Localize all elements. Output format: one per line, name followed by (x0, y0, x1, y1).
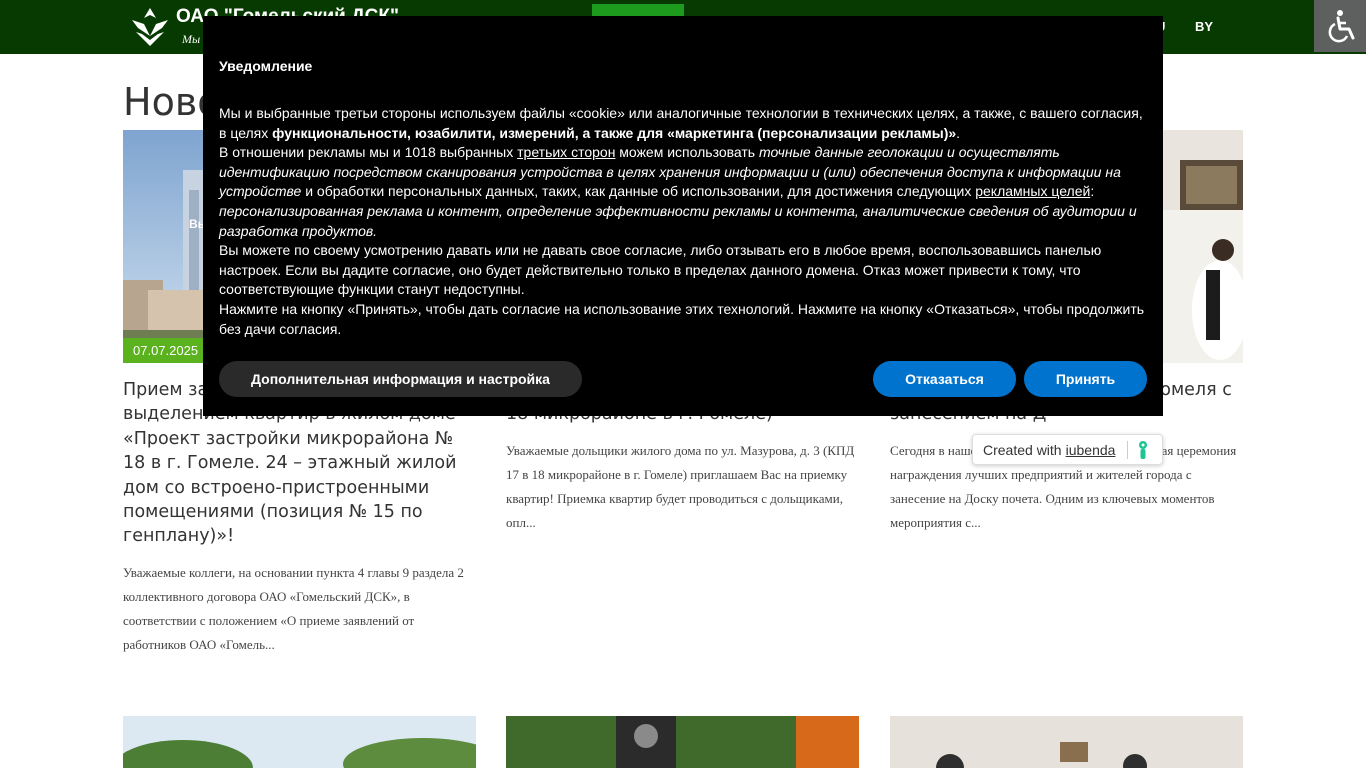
news-image[interactable] (890, 716, 1243, 768)
news-date-badge: 07.07.2025 (123, 338, 209, 363)
iubenda-link[interactable]: iubenda (1066, 442, 1116, 458)
consent-paragraph: В отношении рекламы мы и 1018 выбранных … (219, 143, 1147, 241)
brand-slogan: Мы (182, 32, 201, 46)
news-image[interactable] (506, 716, 859, 768)
logo-leaf-icon (132, 8, 168, 46)
reject-button[interactable]: Отказаться (873, 361, 1016, 397)
third-parties-link[interactable]: третьих сторон (517, 144, 615, 160)
iubenda-badge[interactable]: Created with iubenda (972, 434, 1163, 465)
consent-body: Мы и выбранные третьи стороны используем… (219, 104, 1147, 339)
news-image[interactable] (123, 716, 476, 768)
consent-paragraph: Вы можете по своему усмотрению давать ил… (219, 242, 1102, 298)
consent-paragraph: Нажмите на кнопку «Принять», чтобы дать … (219, 300, 1145, 337)
more-info-settings-button[interactable]: Дополнительная информация и настройка (219, 361, 582, 397)
consent-purposes-text: функциональности, юзабилити, измерений, … (272, 124, 957, 141)
cookie-consent-dialog: Уведомление Мы и выбранные третьи сторон… (203, 16, 1163, 416)
consent-text: . (956, 124, 961, 141)
consent-text: : (1090, 183, 1095, 200)
consent-paragraph: Мы и выбранные третьи стороны используем… (219, 104, 1147, 143)
badge-divider (1127, 440, 1129, 459)
iubenda-label: Created with (983, 441, 1062, 458)
consent-text: и обработки персональных данных, таких, … (301, 183, 976, 200)
lang-by-link[interactable]: BY (1195, 19, 1213, 34)
page: ОАО "Гомельский ДСК" Мы U BY Ново (0, 0, 1366, 768)
consent-text: В отношении рекламы мы и 1018 выбранных (219, 144, 518, 161)
accept-button[interactable]: Принять (1024, 361, 1147, 397)
consent-text: персонализированная реклама и контент, о… (219, 202, 1137, 239)
memorial-photo (506, 716, 859, 768)
wheelchair-icon (1328, 10, 1355, 43)
iubenda-logo-icon (1139, 440, 1148, 459)
company-logo[interactable] (128, 6, 172, 48)
accessibility-button[interactable] (1314, 0, 1366, 52)
ad-purposes-link[interactable]: рекламных целей (975, 183, 1090, 199)
meeting-photo (890, 716, 1243, 768)
news-excerpt: Уважаемые коллеги, на основании пункта 4… (123, 564, 464, 652)
news-excerpt: Уважаемые дольщики жилого дома по ул. Ма… (506, 442, 855, 530)
trees-photo (123, 716, 476, 768)
consent-heading: Уведомление (219, 58, 313, 74)
consent-text: можем использовать (615, 144, 759, 161)
